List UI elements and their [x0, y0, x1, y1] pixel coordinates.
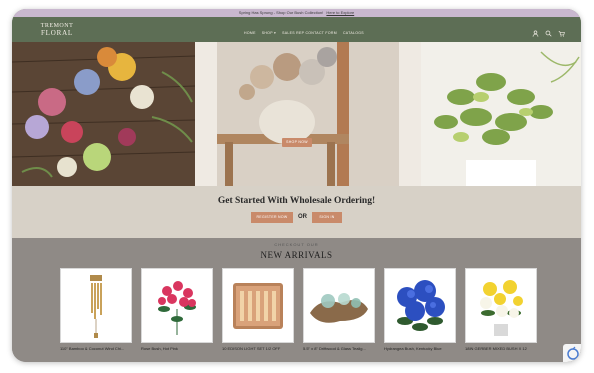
product-image-rose-bush[interactable]	[141, 268, 213, 343]
user-icon[interactable]	[532, 30, 539, 37]
shop-now-button[interactable]: SHOP NOW	[282, 138, 312, 147]
cta-or-text: OR	[298, 214, 307, 220]
product-card[interactable]: Rose Bush, Hot Pink	[141, 268, 213, 351]
product-card[interactable]: 10 EDISON LIGHT SET 1/2 OFF	[222, 268, 294, 351]
product-name[interactable]: 10 EDISON LIGHT SET 1/2 OFF	[222, 346, 292, 351]
header-icons	[532, 30, 565, 37]
product-name[interactable]: 18IN GERBER MIXED BUSH X 12	[465, 346, 535, 351]
product-card[interactable]: Hydrangea Bush, Kentucky Blue	[384, 268, 456, 351]
product-image-edison-lights[interactable]	[222, 268, 294, 343]
wholesale-cta: Get Started With Wholesale Ordering! REG…	[12, 186, 581, 238]
product-name[interactable]: 110" Bamboo & Coconut Wind Chi...	[60, 346, 130, 351]
announcement-link[interactable]: Here to Explore	[326, 10, 354, 15]
announcement-bar: Spring Has Sprung - Shop Our Bush Collec…	[12, 9, 581, 17]
announcement-text: Spring Has Sprung - Shop Our Bush Collec…	[238, 10, 324, 15]
search-icon[interactable]	[545, 30, 552, 37]
product-name[interactable]: Hydrangea Bush, Kentucky Blue	[384, 346, 454, 351]
hero-divider-right	[399, 42, 421, 186]
product-image-wind-chime[interactable]	[60, 268, 132, 343]
browser-frame: Spring Has Sprung - Shop Our Bush Collec…	[12, 9, 581, 362]
cart-icon[interactable]	[558, 30, 565, 37]
hero-image-plant	[421, 42, 581, 186]
hero-image-wreath	[12, 42, 195, 186]
product-image-gerber-bush[interactable]	[465, 268, 537, 343]
nav-home[interactable]: HOME	[244, 31, 256, 35]
product-name[interactable]: Rose Bush, Hot Pink	[141, 346, 211, 351]
register-now-button[interactable]: REGISTER NOW	[251, 212, 293, 223]
product-image-hydrangea-bush[interactable]	[384, 268, 456, 343]
product-grid: 110" Bamboo & Coconut Wind Chi... Rose B…	[60, 268, 537, 351]
product-image-driftwood-tealight[interactable]	[303, 268, 375, 343]
nav-shop[interactable]: SHOP ▾	[262, 31, 276, 35]
hero-image-vase	[217, 42, 399, 186]
product-card[interactable]: 110" Bamboo & Coconut Wind Chi...	[60, 268, 132, 351]
new-arrivals-section: CHECKOUT OUR NEW ARRIVALS 110" Bamboo & …	[12, 238, 581, 362]
recaptcha-badge[interactable]	[563, 344, 581, 362]
main-nav: HOME SHOP ▾ SALES REP CONTACT FORM CATAL…	[244, 31, 364, 35]
product-name[interactable]: 5.5" x 8" Driftwood & Glass Tealig...	[303, 346, 373, 351]
sign-in-button[interactable]: SIGN IN	[312, 212, 342, 223]
product-card[interactable]: 18IN GERBER MIXED BUSH X 12	[465, 268, 537, 351]
arrivals-title: NEW ARRIVALS	[260, 250, 333, 260]
hero-banner: SHOP NOW	[12, 42, 581, 186]
logo-line-2: FLORAL	[40, 29, 74, 37]
nav-sales-rep[interactable]: SALES REP CONTACT FORM	[282, 31, 337, 35]
cta-title: Get Started With Wholesale Ordering!	[217, 196, 376, 206]
arrivals-kicker: CHECKOUT OUR	[274, 242, 319, 247]
hero-divider-left	[195, 42, 217, 186]
nav-catalogs[interactable]: CATALOGS	[343, 31, 364, 35]
product-card[interactable]: 5.5" x 8" Driftwood & Glass Tealig...	[303, 268, 375, 351]
